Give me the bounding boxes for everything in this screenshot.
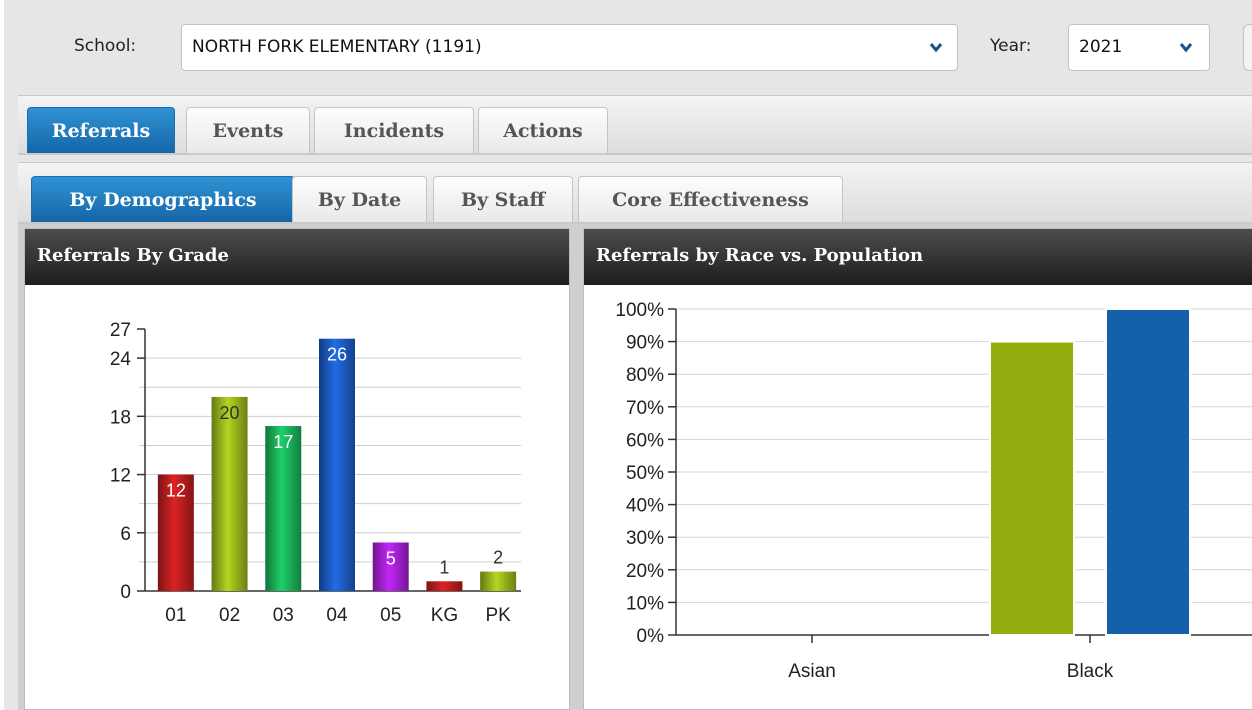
y-tick-label: 12	[110, 466, 131, 487]
x-tick-label: 04	[326, 605, 348, 626]
chevron-down-icon	[1179, 43, 1193, 53]
school-select-value: NORTH FORK ELEMENTARY (1191)	[192, 37, 482, 57]
year-select-value: 2021	[1079, 37, 1123, 57]
school-label: School:	[74, 36, 137, 56]
y-tick-label: 0	[120, 582, 131, 603]
data-label: 17	[273, 432, 293, 452]
tab-by-demographics[interactable]: By Demographics	[31, 176, 295, 222]
year-select[interactable]: 2021	[1068, 24, 1210, 71]
tab-events[interactable]: Events	[186, 107, 310, 153]
y-tick-label: 100%	[615, 300, 664, 321]
x-tick-label: 05	[380, 605, 401, 626]
race-chart: 0% 10% 20% 30% 40% 50% 60% 70% 80% 90% 100% Asian Bl…	[615, 300, 1252, 682]
tab-by-date[interactable]: By Date	[292, 176, 427, 222]
y-tick-label: 80%	[626, 365, 664, 386]
y-tick-label: 40%	[626, 496, 664, 517]
bar-02	[211, 396, 248, 591]
y-tick-label: 6	[120, 524, 131, 545]
year-label: Year:	[990, 36, 1032, 56]
data-label: 12	[166, 481, 186, 501]
race-chart-title: Referrals by Race vs. Population	[584, 229, 1252, 285]
grade-chart-panel: Referrals By Grade 0 6 12 18 24 27 01 12 02 20 03 1…	[24, 228, 570, 710]
y-tick-label: 24	[110, 349, 132, 370]
sub-tab-bar: By Demographics By Date By Staff Core Ef…	[18, 162, 1252, 224]
x-tick-label: 03	[273, 605, 294, 626]
y-tick-label: 18	[110, 407, 131, 428]
data-label: 1	[439, 557, 449, 577]
x-tick-label: 02	[219, 605, 240, 626]
tab-actions[interactable]: Actions	[478, 107, 608, 153]
data-label: 26	[327, 345, 347, 365]
y-tick-label: 27	[110, 320, 131, 341]
x-tick-label: PK	[485, 605, 511, 626]
grade-chart: 0 6 12 18 24 27 01 12 02 20 03 17 04 26 05 5 KG 1 PK 2	[110, 320, 521, 626]
bar-KG	[426, 581, 463, 591]
data-label: 20	[220, 403, 240, 423]
tab-core-effectiveness[interactable]: Core Effectiveness	[578, 176, 843, 222]
bar-black-series-1	[1105, 308, 1191, 636]
x-tick-label: KG	[431, 605, 458, 626]
y-tick-label: 90%	[626, 333, 664, 354]
y-tick-label: 50%	[626, 463, 664, 484]
bar-PK	[480, 571, 517, 591]
filter-action-button[interactable]	[1243, 24, 1252, 71]
x-tick-label: Asian	[788, 661, 836, 682]
data-label: 5	[386, 548, 396, 568]
x-tick-label: 01	[165, 605, 186, 626]
y-tick-label: 0%	[637, 626, 665, 647]
tab-incidents[interactable]: Incidents	[314, 107, 474, 153]
window-edge	[0, 0, 4, 710]
tab-referrals[interactable]: Referrals	[27, 107, 175, 153]
x-tick-label: Black	[1067, 661, 1114, 682]
bar-04	[319, 338, 355, 591]
bar-black-series-0	[989, 340, 1075, 636]
main-tab-bar: Referrals Events Incidents Actions	[18, 95, 1252, 155]
school-select[interactable]: NORTH FORK ELEMENTARY (1191)	[181, 24, 958, 71]
race-chart-panel: Referrals by Race vs. Population 0% 10% 20…	[583, 228, 1252, 710]
chevron-down-icon	[929, 43, 943, 53]
y-tick-label: 60%	[626, 430, 664, 451]
data-label: 2	[493, 548, 503, 568]
y-tick-label: 10%	[626, 593, 664, 614]
y-tick-label: 70%	[626, 398, 664, 419]
tab-by-staff[interactable]: By Staff	[433, 176, 573, 222]
y-tick-label: 30%	[626, 528, 664, 549]
grade-chart-title: Referrals By Grade	[25, 229, 569, 285]
y-tick-label: 20%	[626, 561, 664, 582]
